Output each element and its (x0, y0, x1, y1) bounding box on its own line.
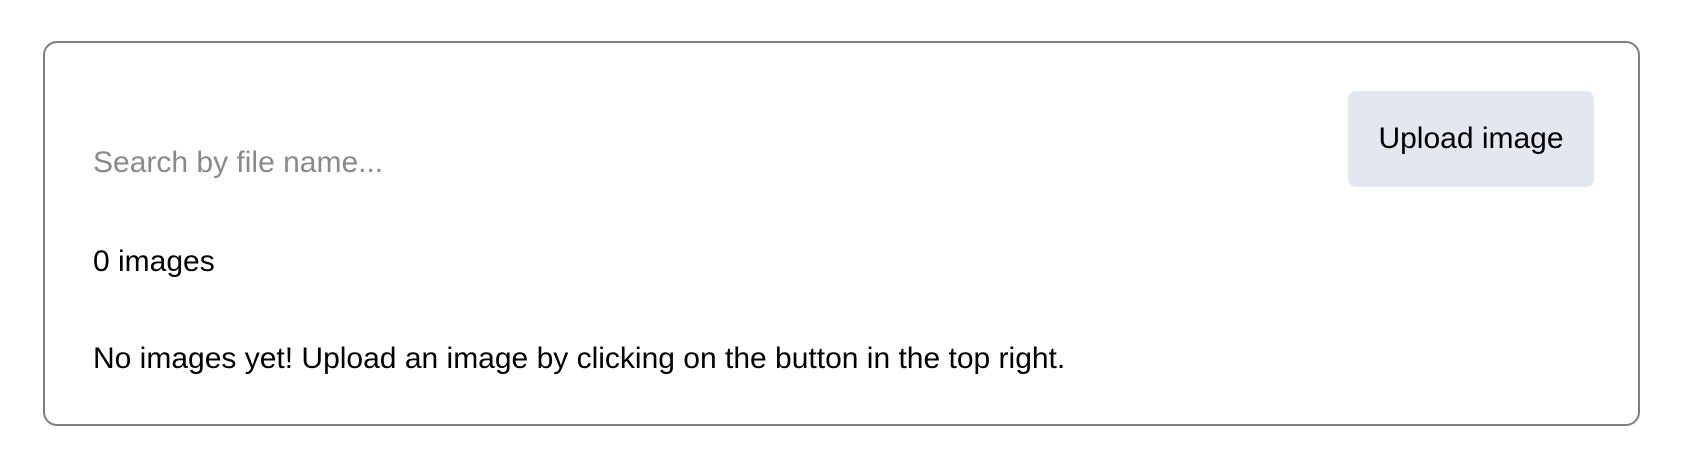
gallery-toolbar: Upload image (45, 43, 1638, 223)
empty-state-message: No images yet! Upload an image by clicki… (93, 342, 1066, 375)
image-gallery-panel: Upload image 0 images No images yet! Upl… (43, 41, 1640, 426)
search-input[interactable] (93, 141, 993, 185)
upload-image-button[interactable]: Upload image (1348, 91, 1594, 187)
image-count-label: 0 images (93, 245, 215, 278)
